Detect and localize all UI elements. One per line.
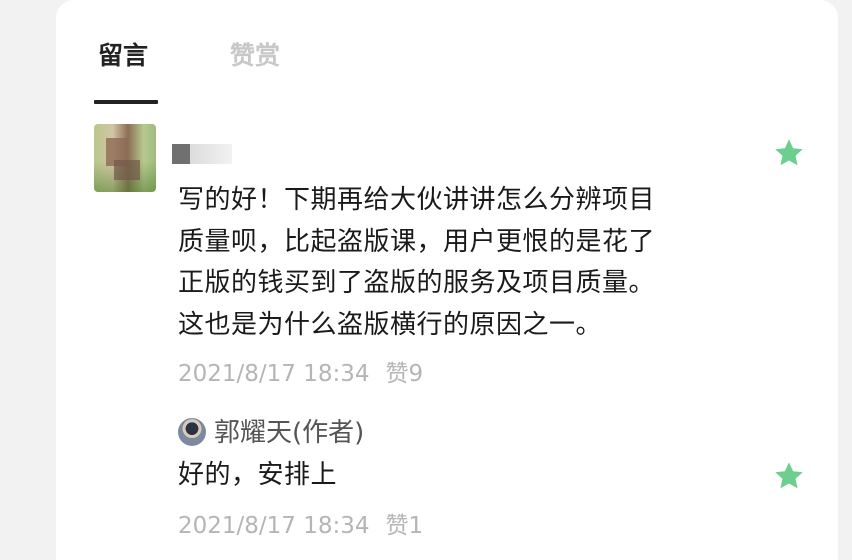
tab-bar: 留言 赞赏 [56,0,838,104]
reply-text: 好的，安排上 [178,460,338,490]
comment-line: 正版的钱买到了盗版的服务及项目质量。 [178,268,656,298]
comment-line: 写的好！下期再给大伙讲讲怎么分辨项目 [178,185,656,215]
tab-comments[interactable]: 留言 [98,36,148,72]
active-tab-indicator [94,100,158,104]
star-icon[interactable] [773,460,805,492]
reply-time: 2021/8/17 18:34 [178,513,370,539]
comments-card: 留言 赞赏 写的好！下期再给大伙讲讲怎么分辨项目 质量呗，比起盗版课，用户更恨的… [56,0,838,560]
comment-line: 这也是为什么盗版横行的原因之一。 [178,309,603,340]
comment-like-count[interactable]: 赞9 [386,361,424,387]
reply-author-avatar [178,418,206,446]
reply-author-name: 郭耀天(作者) [214,418,365,448]
star-icon[interactable] [773,137,805,169]
user-name-redacted [172,144,232,164]
comment-text: 写的好！下期再给大伙讲讲怎么分辨项目 质量呗，比起盗版课，用户更恨的是花了 正版… [178,180,738,346]
comment-time: 2021/8/17 18:34 [178,361,370,387]
tab-reward[interactable]: 赞赏 [230,36,280,72]
avatar[interactable] [94,124,156,192]
reply-meta: 2021/8/17 18:34 赞1 [178,506,423,540]
comment-line: 质量呗，比起盗版课，用户更恨的是花了 [178,226,656,257]
reply-like-count[interactable]: 赞1 [386,513,424,539]
comment-meta: 2021/8/17 18:34 赞9 [178,354,423,388]
